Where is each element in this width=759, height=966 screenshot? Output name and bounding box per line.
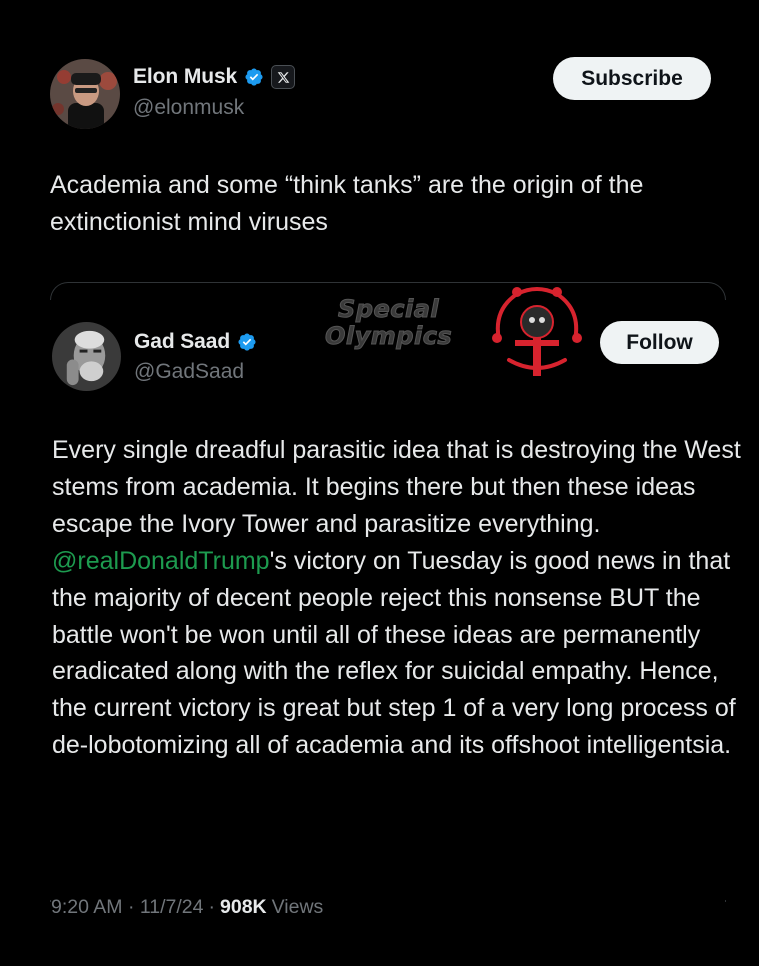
quote-text: Every single dreadful parasitic idea tha…	[52, 432, 742, 764]
quote-text-part1: Every single dreadful parasitic idea tha…	[52, 436, 741, 538]
overlay-caption-line1: Special	[338, 295, 440, 323]
meta-separator: ·	[208, 896, 216, 918]
quote-text-part2: 's victory on Tuesday is good news in th…	[52, 546, 736, 760]
verified-badge-icon[interactable]	[237, 332, 257, 352]
overlay-caption-line2: Olympics	[324, 322, 453, 350]
views-label: Views	[271, 896, 324, 918]
quote-author-handle[interactable]: @GadSaad	[134, 360, 244, 384]
x-logo-icon[interactable]	[271, 65, 296, 89]
follow-button[interactable]: Follow	[600, 321, 719, 364]
author-handle[interactable]: @elonmusk	[133, 96, 244, 120]
author-name-row: Elon Musk	[133, 65, 296, 89]
special-olympics-logo-icon	[487, 280, 587, 380]
post-timestamp[interactable]: 9:20 AM · 11/7/24	[51, 896, 204, 919]
quote-author-name-row: Gad Saad	[134, 330, 257, 354]
author-display-name[interactable]: Elon Musk	[133, 65, 237, 89]
mention-link[interactable]: @realDonaldTrump	[52, 547, 270, 575]
quote-author-display-name[interactable]: Gad Saad	[134, 330, 230, 354]
author-avatar[interactable]	[50, 59, 120, 129]
post-text: Academia and some “think tanks” are the …	[50, 171, 644, 236]
post-metadata: 9:20 AM · 11/7/24 · 908K Views	[51, 896, 323, 919]
subscribe-button[interactable]: Subscribe	[553, 57, 711, 100]
views-count[interactable]: 908K	[220, 896, 267, 919]
quote-author-avatar[interactable]	[52, 322, 121, 391]
overlay-caption: Special Olympics	[324, 295, 453, 350]
verified-badge-icon[interactable]	[244, 67, 264, 87]
